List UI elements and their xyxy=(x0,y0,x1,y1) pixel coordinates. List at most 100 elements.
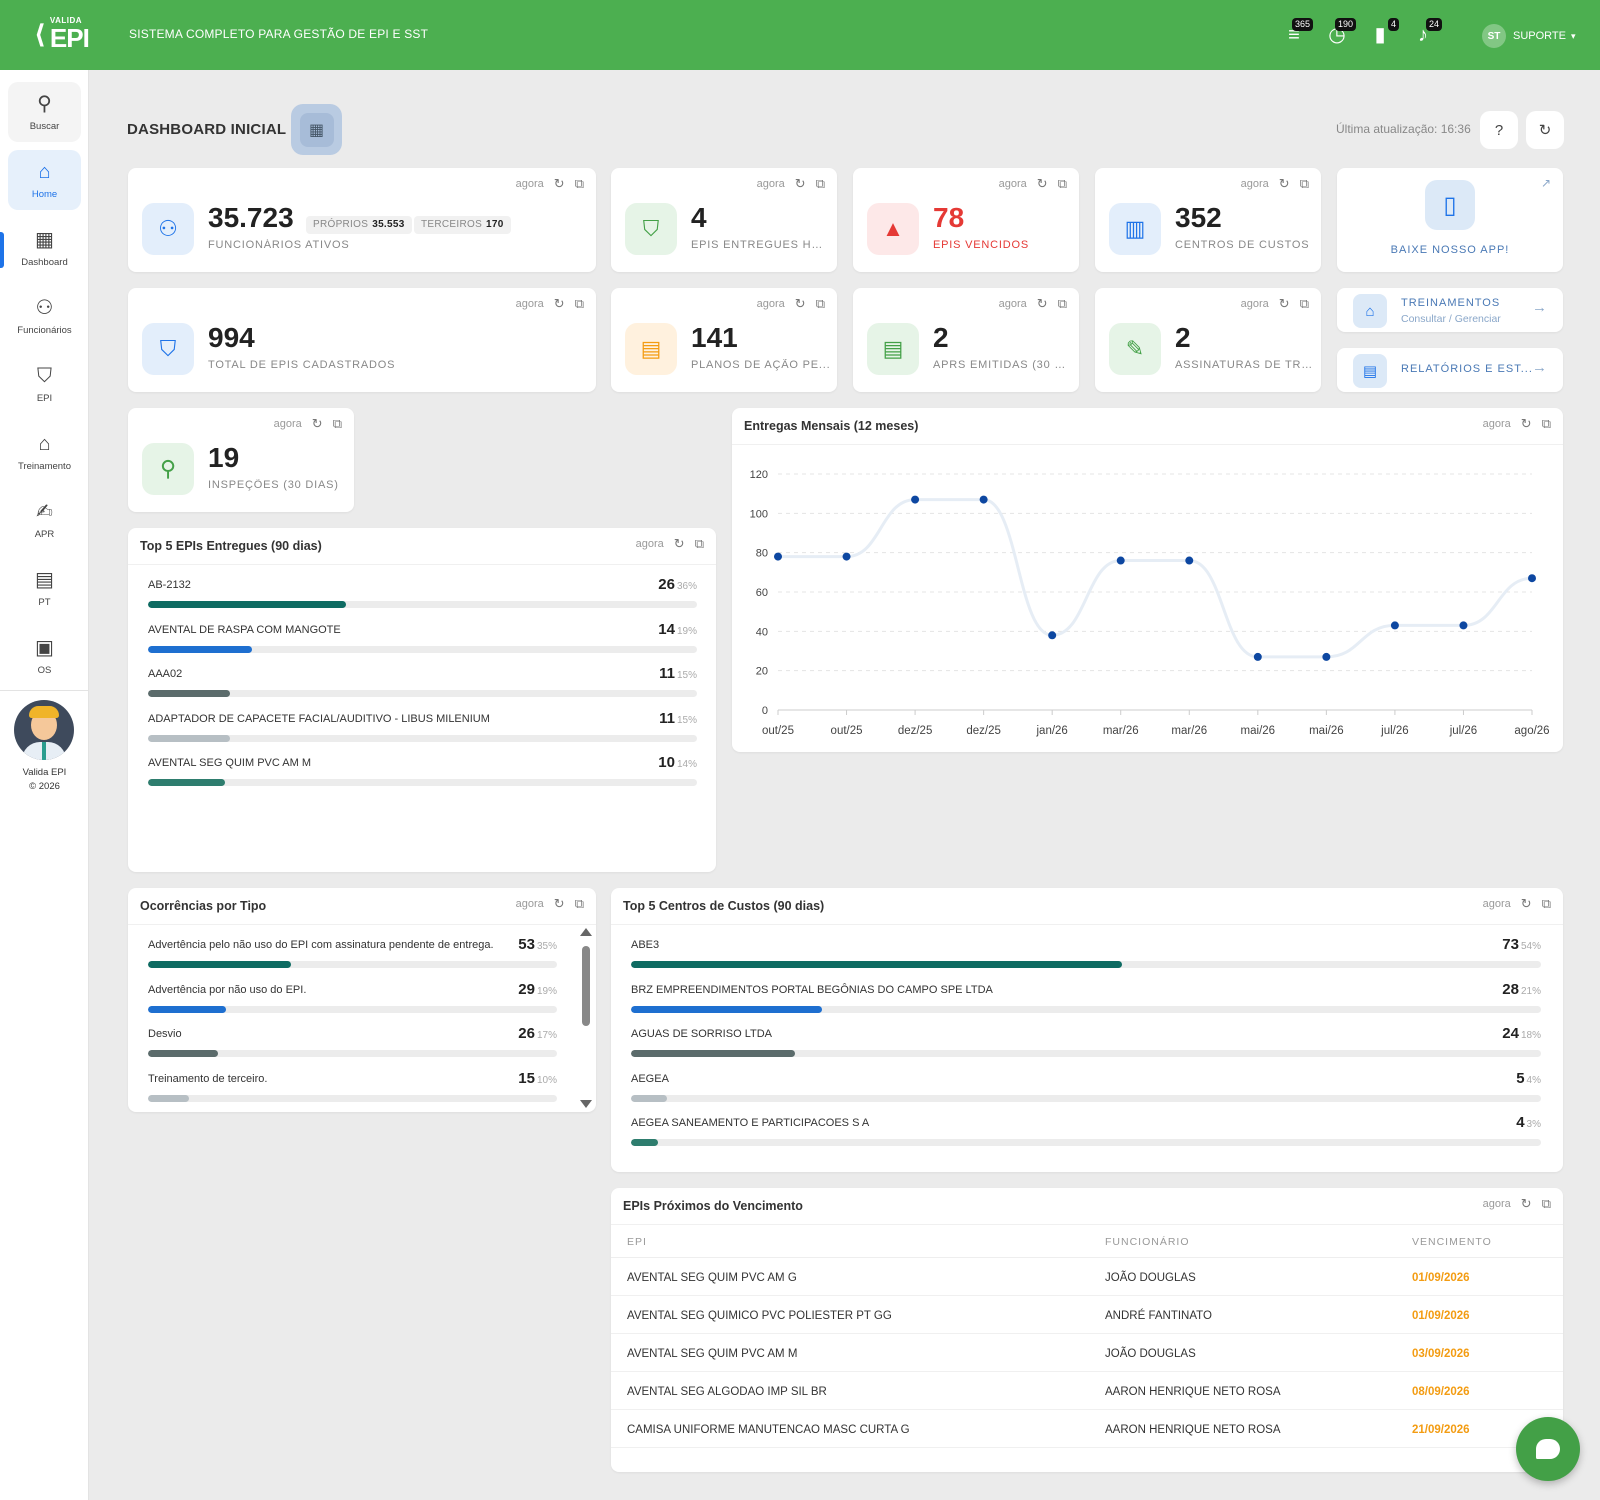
refresh-icon[interactable]: ↻ xyxy=(554,296,565,312)
refresh-icon[interactable]: ↻ xyxy=(1521,1196,1532,1212)
sidebar-item-funcionarios[interactable]: ⚇ Funcionários xyxy=(8,286,81,346)
cell-vencimento: 01/09/2026 xyxy=(1412,1272,1470,1284)
sidebar-item-buscar[interactable]: ⚲ Buscar xyxy=(8,82,81,142)
y-tick-label: 0 xyxy=(762,705,768,717)
refresh-icon[interactable]: ↻ xyxy=(554,176,565,192)
open-external-icon[interactable]: ⧉ xyxy=(1300,296,1309,312)
open-external-icon[interactable]: ⧉ xyxy=(333,416,342,432)
sidebar-user-info: Valida EPI © 2026 xyxy=(0,766,89,794)
progress-track xyxy=(148,734,697,742)
centros-de-custos-card[interactable]: agora ↻ ⧉ ▥ 352 CENTROS DE CUSTOS xyxy=(1095,168,1321,272)
line-chart: 0 20 40 60 80 100 120 out/25 out/25 dez/25 dez/25 j… xyxy=(750,469,1550,737)
avatar[interactable] xyxy=(14,700,74,760)
refresh-icon[interactable]: ↻ xyxy=(554,896,565,912)
user-menu[interactable]: ST SUPORTE ▾ xyxy=(1482,24,1576,48)
data-point xyxy=(911,495,920,504)
sidebar-item-home[interactable]: ⌂ Home xyxy=(8,150,81,210)
refresh-icon[interactable]: ↻ xyxy=(1279,296,1290,312)
column-header-vencimento[interactable]: VENCIMENTO xyxy=(1412,1236,1492,1248)
open-external-icon[interactable]: ⧉ xyxy=(1542,1196,1551,1212)
shortcut-treinamentos[interactable]: ⌂ TREINAMENTOS Consultar / Gerenciar → xyxy=(1337,288,1563,332)
funcionarios-ativos-card[interactable]: agora ↻ ⧉ ⚇ 35.723 PRÓPRIOS 35.553 TERCEI… xyxy=(128,168,596,272)
ocorrencias-card: Ocorrências por Tipo agora ↻ ⧉ Advertênc… xyxy=(128,888,596,1112)
table-row[interactable]: AVENTAL SEG QUIM PVC AM M JOÃO DOUGLAS 03/… xyxy=(611,1334,1563,1372)
column-header-epi[interactable]: EPI xyxy=(627,1236,647,1248)
open-external-icon[interactable]: ⧉ xyxy=(816,296,825,312)
updated-time: agora xyxy=(1482,418,1511,430)
refresh-icon[interactable]: ↻ xyxy=(674,536,685,552)
open-external-icon[interactable]: ⧉ xyxy=(816,176,825,192)
dashboard-add-icon[interactable]: ▦ xyxy=(291,104,342,155)
inspecoes-card[interactable]: agora ↻ ⧉ ⚲ 19 INSPEÇÕES (30 DIAS) xyxy=(128,408,354,512)
list-item: AGUAS DE SORRISO LTDA 24 18% xyxy=(631,1025,1541,1058)
progress-fill xyxy=(148,645,253,653)
sidebar-item-apr[interactable]: ✍ APR xyxy=(8,490,81,550)
refresh-icon[interactable]: ↻ xyxy=(1037,176,1048,192)
refresh-icon[interactable]: ↻ xyxy=(1037,296,1048,312)
column-header-funcionario[interactable]: FUNCIONÁRIO xyxy=(1105,1236,1190,1248)
sidebar-item-dashboard[interactable]: ▦ Dashboard xyxy=(8,218,81,278)
refresh-icon[interactable]: ↻ xyxy=(1279,176,1290,192)
bell-icon[interactable]: ♪ 24 xyxy=(1408,18,1442,50)
scroll-thumb[interactable] xyxy=(582,946,590,1026)
progress-fill xyxy=(631,1005,823,1013)
refresh-icon[interactable]: ↻ xyxy=(795,176,806,192)
sidebar-item-os[interactable]: ▣ OS xyxy=(8,626,81,686)
refresh-button[interactable]: ↻ xyxy=(1526,111,1564,149)
list-item-label: AB-2132 xyxy=(148,579,191,591)
logo-mark-icon: ⟨ xyxy=(34,18,46,49)
table-row[interactable]: AVENTAL SEG ALGODAO IMP SIL BR AARON HENR… xyxy=(611,1372,1563,1410)
aprs-emitidas-card[interactable]: agora ↻ ⧉ ▤ 2 APRS EMITIDAS (30 DI... xyxy=(853,288,1079,392)
scrollbar[interactable] xyxy=(578,928,592,1108)
scroll-up-icon[interactable] xyxy=(580,928,592,936)
cancel-list-icon[interactable]: ≡ 365 xyxy=(1279,18,1313,50)
card-title: Top 5 EPIs Entregues (90 dias) xyxy=(140,539,322,553)
open-external-icon[interactable]: ⧉ xyxy=(575,176,584,192)
cell-vencimento: 21/09/2026 xyxy=(1412,1424,1470,1436)
progress-fill xyxy=(631,961,1123,968)
total-epis-card[interactable]: agora ↻ ⧉ ⛉ 994 TOTAL DE EPIS CADASTRADO… xyxy=(128,288,596,392)
document-icon: ▤ xyxy=(1353,354,1387,388)
clipboard-alert-icon[interactable]: ▮ 4 xyxy=(1365,18,1399,50)
help-button[interactable]: ? xyxy=(1480,111,1518,149)
search-icon: ⚲ xyxy=(142,443,194,495)
shortcut-relatorios[interactable]: ▤ RELATÓRIOS E EST... → xyxy=(1337,348,1563,392)
table-row[interactable]: AVENTAL SEG QUIM PVC AM G JOÃO DOUGLAS 01/… xyxy=(611,1258,1563,1296)
assinaturas-card[interactable]: agora ↻ ⧉ ✎ 2 ASSINATURAS DE TRE... xyxy=(1095,288,1321,392)
chat-button[interactable] xyxy=(1516,1417,1580,1481)
refresh-icon[interactable]: ↻ xyxy=(1521,896,1532,912)
refresh-icon[interactable]: ↻ xyxy=(1521,416,1532,432)
epis-vencidos-card[interactable]: agora ↻ ⧉ ▲ 78 EPIS VENCIDOS xyxy=(853,168,1079,272)
planos-de-acao-card[interactable]: agora ↻ ⧉ ▤ 141 PLANOS DE AÇÃO PE... xyxy=(611,288,837,392)
open-external-icon[interactable]: ⧉ xyxy=(1542,896,1551,912)
open-external-icon[interactable]: ⧉ xyxy=(1300,176,1309,192)
sidebar-item-treinamento[interactable]: ⌂ Treinamento xyxy=(8,422,81,482)
stat-label: ASSINATURAS DE TRE... xyxy=(1175,359,1315,371)
x-tick-label: mar/26 xyxy=(1103,725,1139,737)
updated-time: agora xyxy=(1240,298,1269,310)
open-external-icon[interactable]: ⧉ xyxy=(1058,296,1067,312)
table-row[interactable]: AVENTAL SEG QUIMICO PVC POLIESTER PT GG A… xyxy=(611,1296,1563,1334)
sidebar-item-label: EPI xyxy=(36,392,53,404)
open-external-icon[interactable]: ⧉ xyxy=(1058,176,1067,192)
sidebar-item-pt[interactable]: ▤ PT xyxy=(8,558,81,618)
refresh-icon[interactable]: ↻ xyxy=(795,296,806,312)
open-external-icon[interactable]: ⧉ xyxy=(1542,416,1551,432)
download-app-card[interactable]: ↗ ▯ BAIXE NOSSO APP! xyxy=(1337,168,1563,272)
table-row[interactable]: CAMISA UNIFORME MANUTENCAO MASC CURTA G A… xyxy=(611,1410,1563,1448)
valida-epi-logo[interactable]: ⟨ VALIDA EPI xyxy=(34,14,104,54)
x-tick-label: dez/25 xyxy=(898,725,933,737)
sidebar-item-epi[interactable]: ⛉ EPI xyxy=(8,354,81,414)
scroll-down-icon[interactable] xyxy=(580,1100,592,1108)
list-item-label: Advertência por não uso do EPI. xyxy=(148,983,307,996)
clock-icon[interactable]: ◷ 190 xyxy=(1322,18,1356,50)
open-external-icon[interactable]: ⧉ xyxy=(575,296,584,312)
open-external-icon[interactable]: ⧉ xyxy=(695,536,704,552)
x-tick-label: out/25 xyxy=(762,725,794,737)
open-external-icon[interactable]: ⧉ xyxy=(575,896,584,912)
shield-check-icon: ⛉ xyxy=(625,203,677,255)
list-item-value: 26 36% xyxy=(658,576,697,593)
list-item: Advertência pelo não uso do EPI com assi… xyxy=(148,936,557,969)
refresh-icon[interactable]: ↻ xyxy=(312,416,323,432)
epis-entregues-hoje-card[interactable]: agora ↻ ⧉ ⛉ 4 EPIS ENTREGUES HOJE xyxy=(611,168,837,272)
